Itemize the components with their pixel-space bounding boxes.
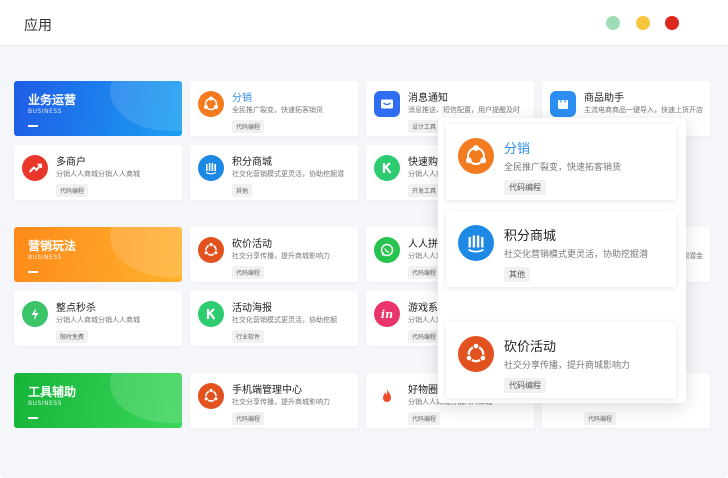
points-icon	[198, 155, 224, 181]
in-icon: in	[374, 301, 400, 327]
card-tag: 代码编程	[232, 120, 265, 133]
card-tag: 代码编程	[232, 266, 265, 279]
card-title: 分销	[232, 93, 252, 104]
app-card-jifen[interactable]: 积分商城 社交化营销模式更灵活，协助挖掘潜 其他	[190, 145, 358, 200]
chat-icon	[374, 237, 400, 263]
card-tag: 行业软件	[232, 330, 265, 343]
card-title: 活动海报	[232, 303, 272, 314]
popup-card-title: 分销	[504, 142, 531, 157]
popup-card-desc: 社交化营销模式更灵活，协助挖掘潜	[504, 250, 649, 260]
card-title: 好物圈	[408, 385, 438, 396]
ubuntu-icon	[458, 336, 494, 372]
card-desc: 分销人人商城分销人人商城	[56, 316, 140, 324]
banner-marketing[interactable]: 营销玩法 BUSINESS	[14, 227, 182, 282]
banner-title: 业务运营	[28, 93, 77, 107]
popup-card-tag: 其他	[504, 267, 530, 282]
share-icon	[458, 138, 494, 174]
card-title: 游戏系	[408, 303, 438, 314]
app-card-haibao[interactable]: 活动海报 社交化营销模式更灵活，协助挖掘 行业软件	[190, 291, 358, 346]
card-desc: 分销人人商城分销人人商城	[56, 170, 140, 178]
card-tag: 代码编程	[584, 412, 617, 425]
popup-card-title: 砍价活动	[504, 340, 557, 355]
app-card-duoshanghu[interactable]: 多商户 分销人人商城分销人人商城 代码编程	[14, 145, 182, 200]
banner-tools[interactable]: 工具辅助 BUSINESS	[14, 373, 182, 428]
card-desc: 社交化营销模式更灵活，协助挖掘潜	[232, 170, 344, 178]
banner-subtitle: BUSINESS	[28, 400, 62, 407]
app-card-fenxiao[interactable]: 分销 全民推广裂变，快速拓客销货 代码编程	[190, 81, 358, 136]
flame-icon	[374, 383, 400, 409]
banner-line	[28, 125, 38, 127]
trend-icon	[22, 155, 48, 181]
banner-business[interactable]: 业务运营 BUSINESS	[14, 81, 182, 136]
card-title: 多商户	[56, 157, 86, 168]
app-card-shouji[interactable]: 手机端管理中心 社交分享传播，提升商城影响力 代码编程	[190, 373, 358, 428]
title-bar: 应用	[0, 0, 728, 46]
window-title: 应用	[24, 18, 52, 34]
k-icon	[374, 155, 400, 181]
card-title: 消息通知	[408, 93, 448, 104]
preview-popup: 分销 全民推广裂变，快速拓客销货 代码编程 积分商城 社交化营销模式更灵活，协助…	[438, 118, 686, 403]
popup-card-desc: 全民推广裂变，快速拓客销货	[504, 163, 622, 173]
bag-icon	[550, 91, 576, 117]
app-window: 应用 业务运营 BUSINESS 营销玩法 BUSINESS 工具辅助 BUSI…	[0, 0, 728, 478]
popup-card-jifen[interactable]: 积分商城 社交化营销模式更灵活，协助挖掘潜 其他	[446, 211, 676, 287]
maximize-button[interactable]	[636, 16, 650, 30]
popup-card-title: 积分商城	[504, 229, 557, 244]
card-tag: 限时免费	[56, 330, 89, 343]
share-icon	[198, 91, 224, 117]
flash-icon	[22, 301, 48, 327]
banner-title: 营销玩法	[28, 239, 77, 253]
app-card-kanjia[interactable]: 砍价活动 社交分享传播，提升商城影响力 代码编程	[190, 227, 358, 282]
message-icon	[374, 91, 400, 117]
popup-card-fenxiao[interactable]: 分销 全民推广裂变，快速拓客销货 代码编程	[446, 124, 676, 200]
ubuntu2-icon	[198, 383, 224, 409]
popup-card-tag: 代码编程	[504, 180, 546, 195]
card-title: 砍价活动	[232, 239, 272, 250]
card-tag: 代码编程	[56, 184, 89, 197]
banner-subtitle: BUSINESS	[28, 254, 62, 261]
card-title: 整点秒杀	[56, 303, 96, 314]
close-button[interactable]	[665, 16, 679, 30]
card-tag: 其他	[232, 184, 253, 197]
popup-card-desc: 社交分享传播，提升商城影响力	[504, 361, 631, 371]
card-tag: 代码编程	[408, 330, 441, 343]
card-title: 手机端管理中心	[232, 385, 302, 396]
card-title: 商品助手	[584, 93, 624, 104]
card-tag: 开发工具	[408, 184, 441, 197]
banner-line	[28, 417, 38, 419]
card-title: 积分商城	[232, 157, 272, 168]
app-card-zhengdian[interactable]: 整点秒杀 分销人人商城分销人人商城 限时免费	[14, 291, 182, 346]
ubuntu-icon	[198, 237, 224, 263]
card-tag: 设计工具	[408, 120, 441, 133]
card-desc: 全民推广裂变，快速拓客销货	[232, 106, 323, 114]
card-tag: 代码编程	[408, 412, 441, 425]
k2-icon	[198, 301, 224, 327]
banner-line	[28, 271, 38, 273]
banner-subtitle: BUSINESS	[28, 108, 62, 115]
popup-card-tag: 代码编程	[504, 378, 546, 393]
card-tag: 代码编程	[408, 266, 441, 279]
banner-title: 工具辅助	[28, 385, 77, 399]
card-tag: 代码编程	[232, 412, 265, 425]
points-icon	[458, 225, 494, 261]
card-desc: 社交分享传播，提升商城影响力	[232, 252, 330, 260]
card-title: 人人拼	[408, 239, 438, 250]
popup-card-kanjia[interactable]: 砍价活动 社交分享传播，提升商城影响力 代码编程	[446, 322, 676, 398]
card-title: 快速购	[408, 157, 438, 168]
card-desc: 社交化营销模式更灵活，协助挖掘	[232, 316, 337, 324]
card-desc: 消息推送、短信配置，用户提醒及时	[408, 106, 520, 114]
card-desc: 主流电商商品一键导入，快速上货开店	[584, 106, 703, 114]
minimize-button[interactable]	[606, 16, 620, 30]
card-desc: 社交分享传播，提升商城影响力	[232, 398, 330, 406]
